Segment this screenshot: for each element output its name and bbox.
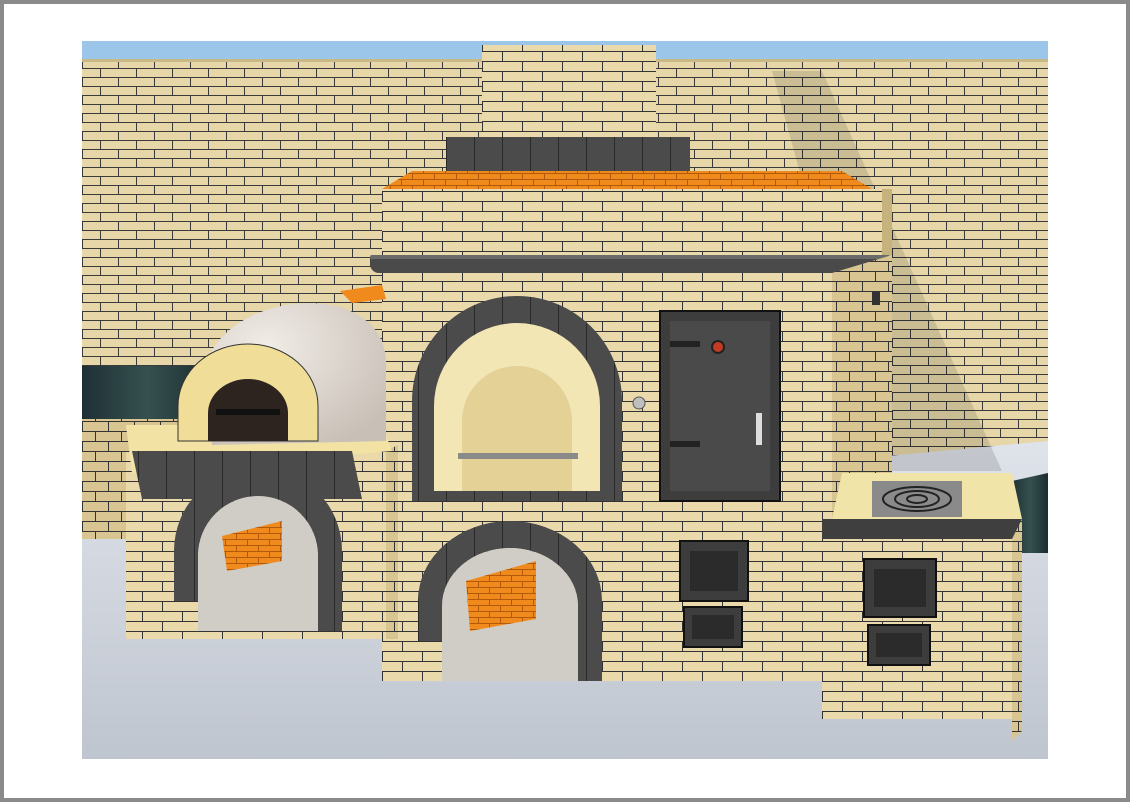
chimney [482, 45, 656, 145]
brick-oven-scene [82, 41, 1048, 759]
page-frame [0, 0, 1130, 802]
stove-top-fire-tiles [382, 171, 872, 189]
